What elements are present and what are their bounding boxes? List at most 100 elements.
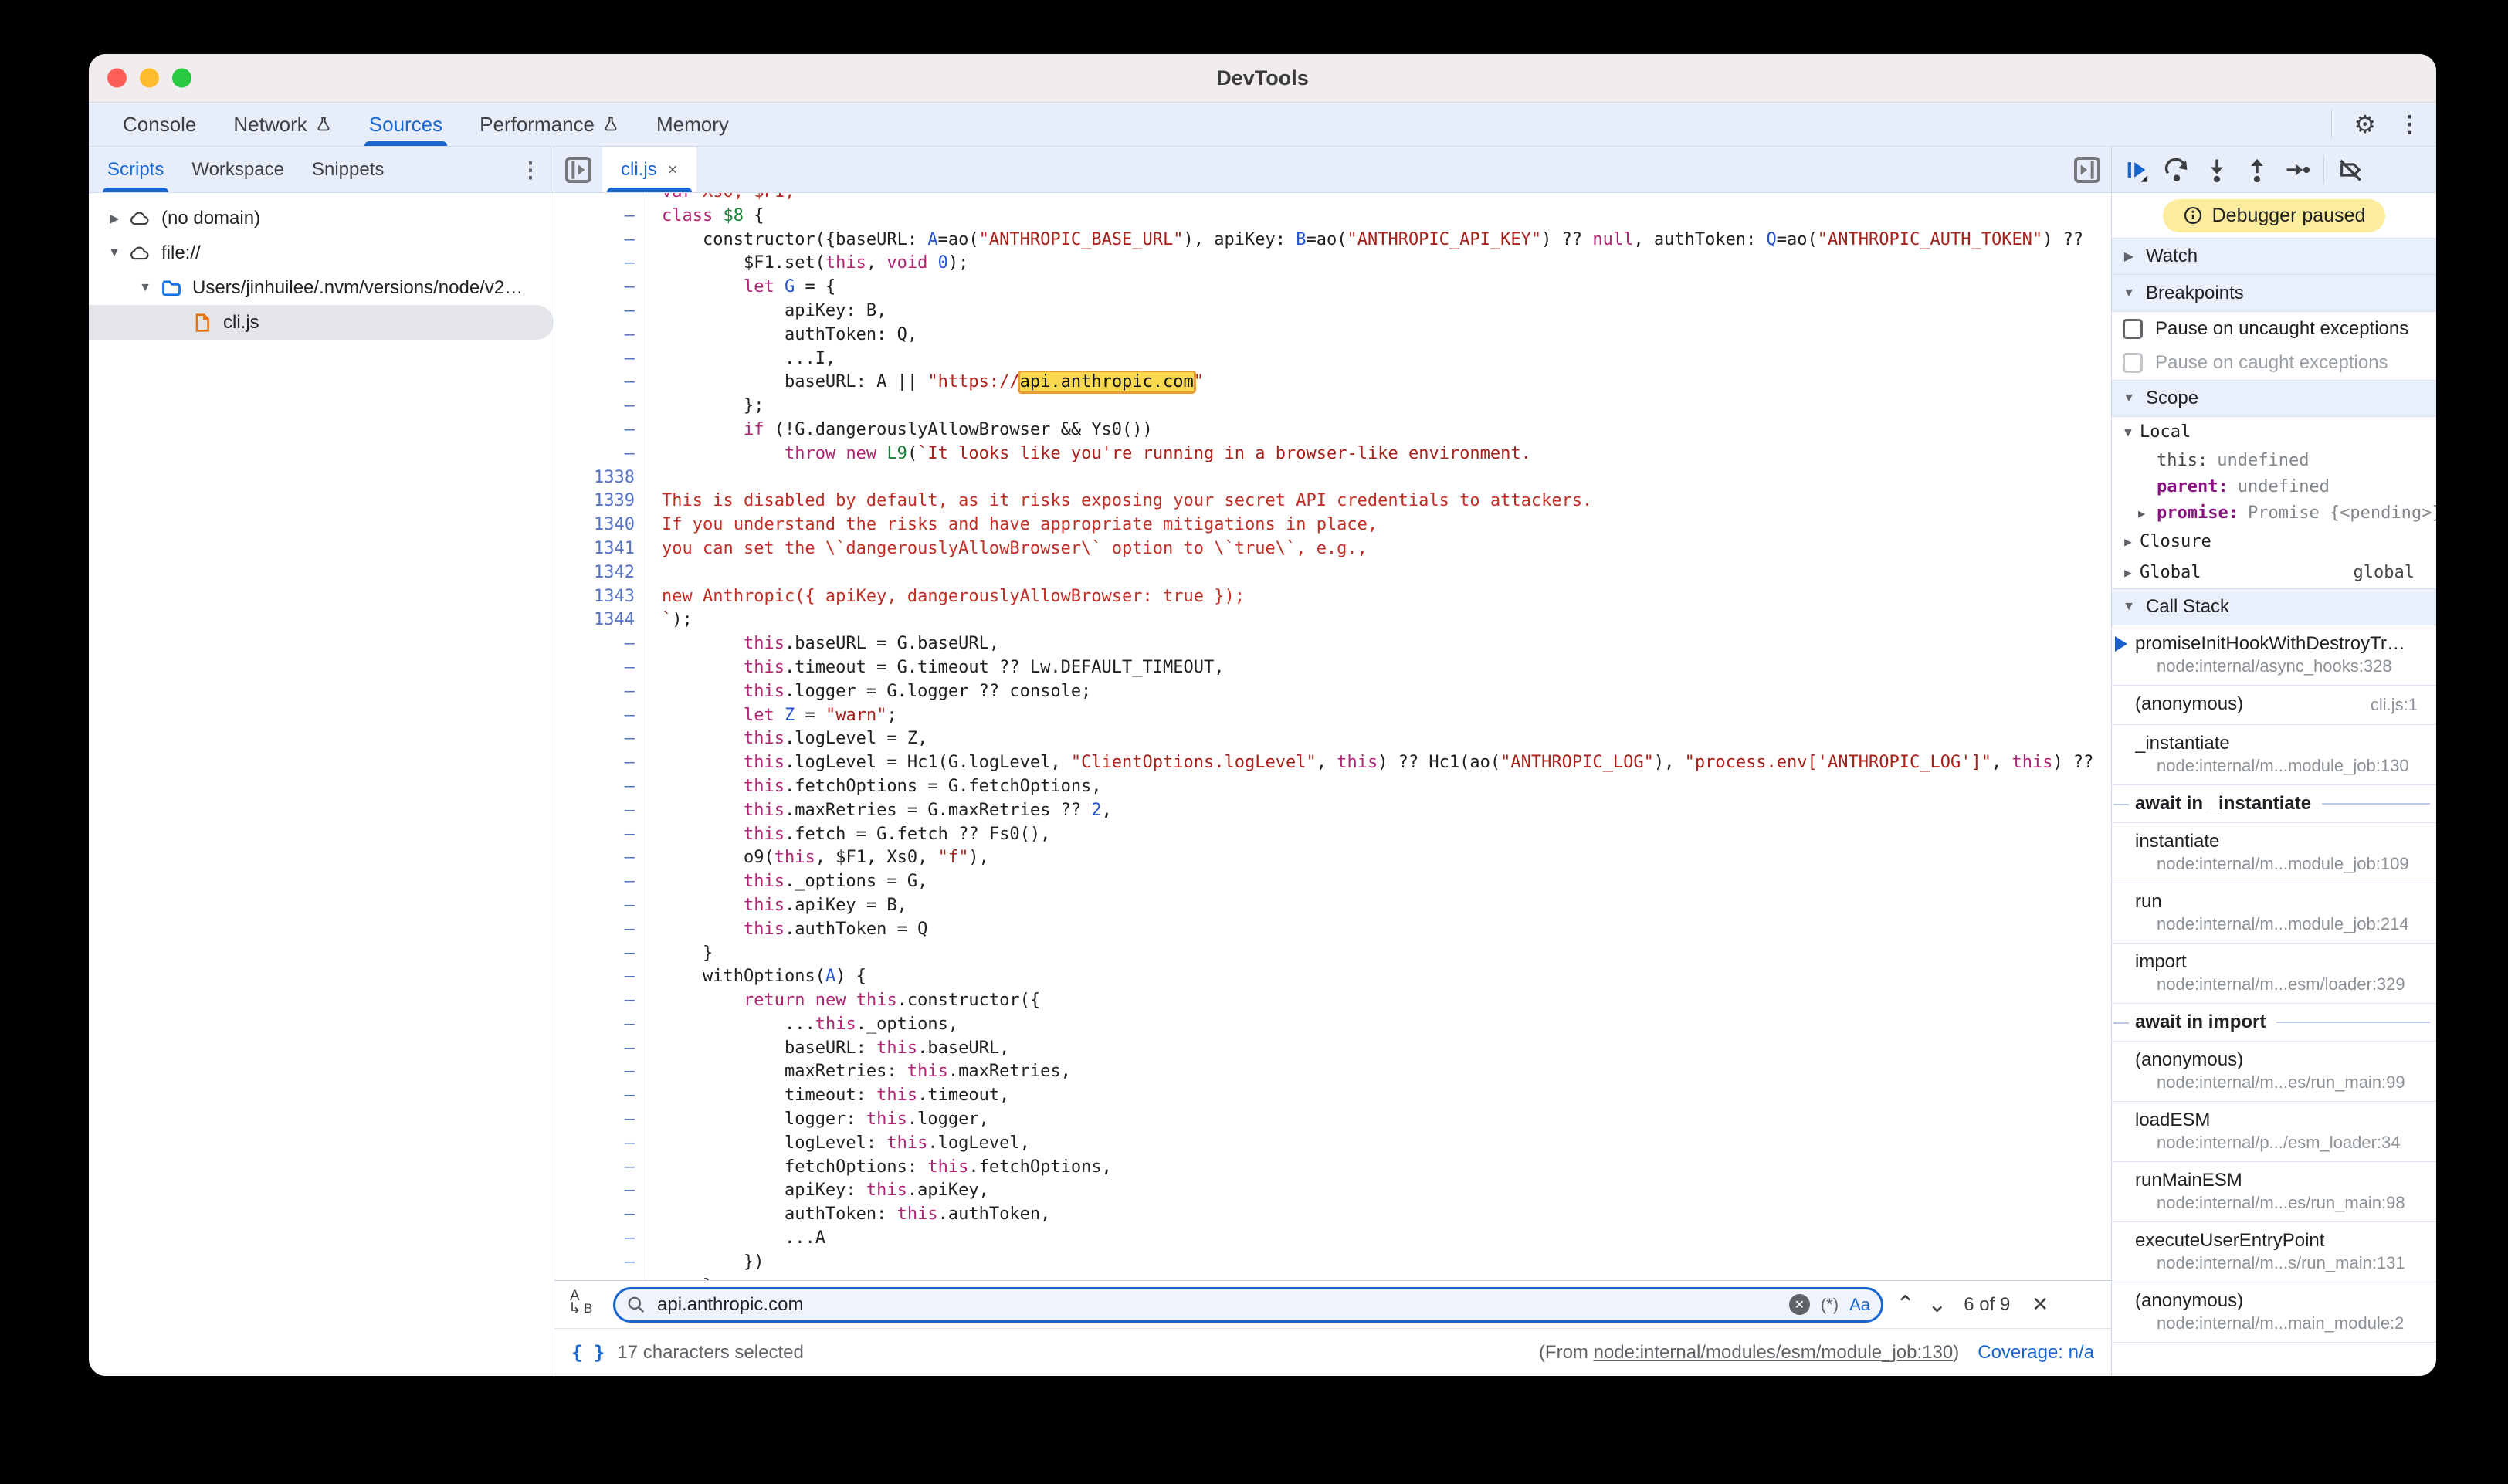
line-gutter[interactable]: 1339 [554, 490, 646, 513]
line-gutter[interactable]: – [554, 252, 646, 276]
line-gutter[interactable]: 1343 [554, 585, 646, 609]
line-gutter[interactable]: – [554, 823, 646, 847]
next-match-button[interactable]: ⌄ [1927, 1293, 1947, 1316]
line-gutter[interactable]: – [554, 1037, 646, 1061]
line-gutter[interactable]: 1344 [554, 608, 646, 632]
line-gutter[interactable]: – [554, 965, 646, 989]
chevron-right-icon[interactable]: ▶ [2138, 508, 2157, 520]
call-stack-frame[interactable]: importnode:internal/m...esm/loader:329 [2112, 944, 2436, 1004]
call-stack-frame[interactable]: promiseInitHookWithDestroyTr…node:intern… [2112, 625, 2436, 686]
line-gutter[interactable]: – [554, 799, 646, 823]
line-gutter[interactable]: – [554, 1132, 646, 1156]
close-window-button[interactable] [107, 69, 127, 88]
navigator-tab-snippets[interactable]: Snippets [298, 147, 398, 192]
hide-debugger-button[interactable] [2063, 147, 2111, 192]
coverage-link[interactable]: Coverage: n/a [1978, 1342, 2094, 1364]
line-gutter[interactable]: 1342 [554, 561, 646, 585]
line-gutter[interactable]: – [554, 775, 646, 799]
tree-item-users-jinhuilee-nvm-versions-node-v2-[interactable]: ▼Users/jinhuilee/.nvm/versions/node/v2… [89, 270, 554, 305]
clear-search-icon[interactable]: ✕ [1789, 1294, 1810, 1315]
call-stack-frame[interactable]: (anonymous)node:internal/m...main_module… [2112, 1282, 2436, 1343]
tree-item-file-[interactable]: ▼file:// [89, 235, 554, 270]
line-gutter[interactable]: – [554, 395, 646, 418]
line-gutter[interactable]: – [554, 632, 646, 656]
line-gutter[interactable]: – [554, 300, 646, 324]
line-gutter[interactable]: – [554, 894, 646, 918]
pretty-print-icon[interactable]: { } [571, 1342, 605, 1364]
line-gutter[interactable]: – [554, 727, 646, 751]
scope-group-local[interactable]: ▼Local [2112, 417, 2436, 448]
line-gutter[interactable]: – [554, 205, 646, 229]
gear-icon[interactable]: ⚙︎ [2354, 112, 2376, 137]
navigator-tab-workspace[interactable]: Workspace [178, 147, 298, 192]
line-gutter[interactable]: – [554, 846, 646, 870]
line-gutter[interactable]: 1338 [554, 466, 646, 490]
chevron-down-icon[interactable]: ▼ [2117, 426, 2140, 439]
line-gutter[interactable]: – [554, 656, 646, 680]
call-stack-frame[interactable]: runMainESMnode:internal/m...es/run_main:… [2112, 1162, 2436, 1222]
close-find-bar-icon[interactable]: ✕ [2027, 1293, 2049, 1316]
tab-network[interactable]: Network [215, 103, 350, 146]
checkbox-icon[interactable] [2123, 353, 2143, 373]
tab-memory[interactable]: Memory [638, 103, 747, 146]
line-gutter[interactable]: – [554, 324, 646, 347]
tree-item-cli-js[interactable]: cli.js [89, 305, 554, 340]
line-gutter[interactable]: 1340 [554, 513, 646, 537]
call-stack-frame[interactable]: executeUserEntryPointnode:internal/m...s… [2112, 1222, 2436, 1282]
tab-cli-js[interactable]: cli.js × [602, 147, 696, 192]
line-gutter[interactable]: 1341 [554, 537, 646, 561]
checkbox-pause-on-caught-exceptions[interactable]: Pause on caught exceptions [2112, 346, 2436, 380]
source-map-link[interactable]: node:internal/modules/esm/module_job:130 [1594, 1342, 1954, 1363]
resume-button[interactable] [2118, 151, 2155, 188]
line-gutter[interactable]: – [554, 371, 646, 395]
scope-group-closure[interactable]: ▶Closure [2112, 527, 2436, 557]
previous-match-button[interactable]: ⌃ [1896, 1293, 1915, 1316]
kebab-menu-icon[interactable]: ⋮ [2398, 111, 2421, 138]
replace-toggle-button[interactable]: A ↳ B [567, 1288, 601, 1322]
line-gutter[interactable]: – [554, 1084, 646, 1108]
zoom-window-button[interactable] [172, 69, 191, 88]
line-gutter[interactable]: – [554, 751, 646, 775]
line-gutter[interactable]: – [554, 1251, 646, 1275]
tree-item--no-domain-[interactable]: ▶(no domain) [89, 201, 554, 235]
chevron-right-icon[interactable]: ▶ [2117, 536, 2140, 548]
minimize-window-button[interactable] [140, 69, 159, 88]
step-over-button[interactable] [2158, 151, 2195, 188]
step-button[interactable] [2279, 151, 2316, 188]
line-gutter[interactable]: – [554, 1227, 646, 1251]
hide-navigator-button[interactable] [554, 147, 602, 192]
line-gutter[interactable]: – [554, 347, 646, 371]
line-gutter[interactable]: – [554, 704, 646, 728]
line-gutter[interactable]: – [554, 1013, 646, 1037]
chevron-down-icon[interactable]: ▼ [134, 281, 157, 295]
scope-entry-promise[interactable]: ▶promise:Promise {<pending>} [2112, 500, 2436, 527]
checkbox-icon[interactable] [2123, 319, 2143, 339]
call-stack-frame[interactable]: runnode:internal/m...module_job:214 [2112, 883, 2436, 944]
line-gutter[interactable]: – [554, 229, 646, 252]
chevron-right-icon[interactable]: ▶ [2117, 567, 2140, 579]
scope-group-global[interactable]: ▶Globalglobal [2112, 557, 2436, 588]
tab-close-icon[interactable]: × [668, 160, 678, 180]
line-gutter[interactable]: – [554, 918, 646, 942]
call-stack-frame[interactable]: _instantiatenode:internal/m...module_job… [2112, 725, 2436, 785]
deactivate-breakpoints-button[interactable] [2332, 151, 2369, 188]
scope-entry-parent[interactable]: parent:undefined [2112, 474, 2436, 500]
code-editor[interactable]: var Xs0, $F1;–class $8 {– constructor({b… [554, 193, 2111, 1280]
search-query[interactable]: api.anthropic.com [657, 1294, 1778, 1316]
call-stack-frame[interactable]: loadESMnode:internal/p.../esm_loader:34 [2112, 1102, 2436, 1162]
match-case-toggle[interactable]: Aa [1849, 1295, 1870, 1315]
section-watch[interactable]: ▶ Watch [2112, 238, 2436, 275]
line-gutter[interactable]: – [554, 680, 646, 704]
line-gutter[interactable]: – [554, 1156, 646, 1180]
line-gutter[interactable]: – [554, 1203, 646, 1227]
line-gutter[interactable]: – [554, 870, 646, 894]
line-gutter[interactable]: – [554, 276, 646, 300]
line-gutter[interactable]: – [554, 1179, 646, 1203]
step-into-button[interactable] [2198, 151, 2235, 188]
line-gutter[interactable]: – [554, 1275, 646, 1280]
line-gutter[interactable]: – [554, 1060, 646, 1084]
chevron-down-icon[interactable]: ▼ [103, 246, 126, 260]
search-input[interactable]: api.anthropic.com ✕ (*) Aa [613, 1287, 1883, 1323]
checkbox-pause-on-uncaught-exceptions[interactable]: Pause on uncaught exceptions [2112, 312, 2436, 346]
line-gutter[interactable]: – [554, 1108, 646, 1132]
